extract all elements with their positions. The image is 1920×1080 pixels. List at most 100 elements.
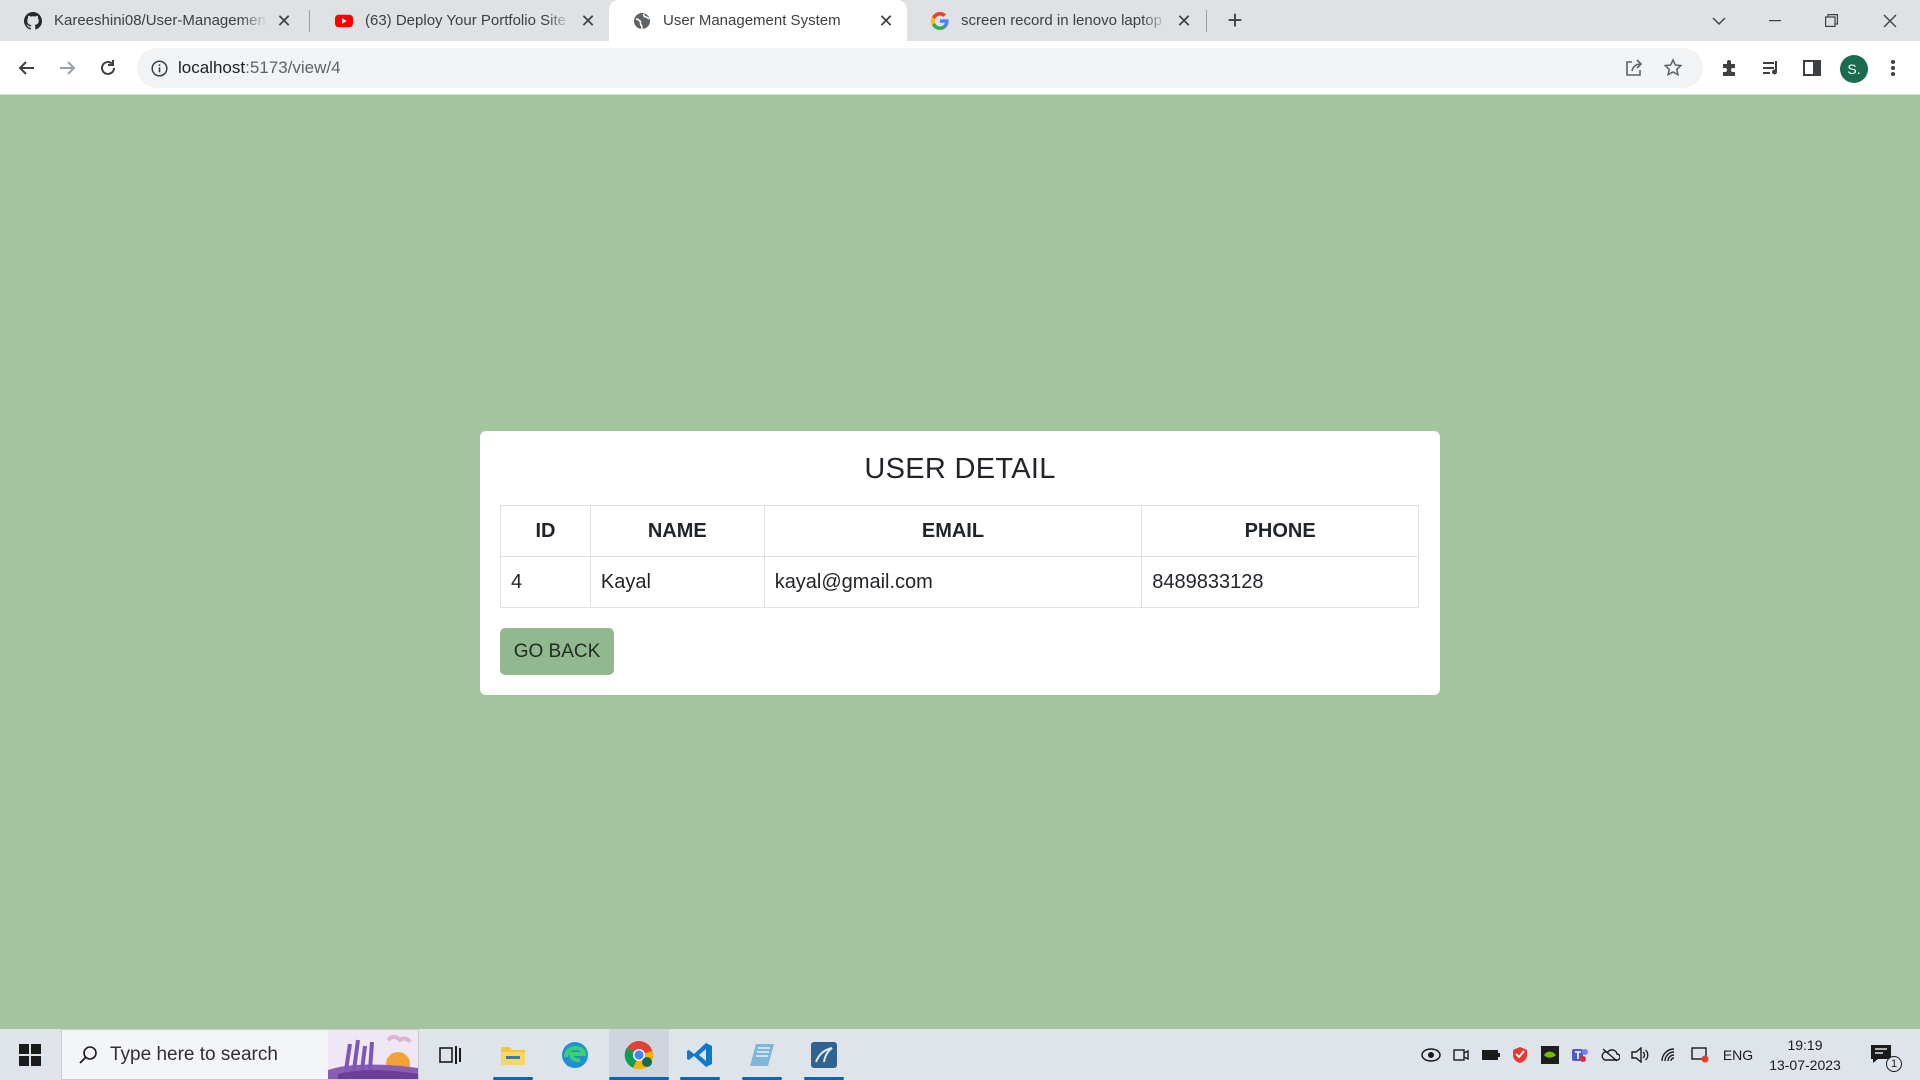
table-row: 4 Kayal kayal@gmail.com 8489833128 [500, 556, 1419, 608]
close-icon[interactable]: ✕ [275, 12, 293, 30]
side-panel-button[interactable] [1796, 52, 1828, 84]
database-app-icon [811, 1041, 837, 1068]
cell-name: Kayal [589, 556, 765, 608]
start-button[interactable] [8, 1029, 52, 1080]
wifi-icon[interactable] [1658, 1029, 1682, 1080]
menu-button[interactable] [1877, 52, 1909, 84]
taskbar-file-explorer[interactable] [488, 1029, 538, 1080]
new-tab-button[interactable]: + [1221, 6, 1249, 34]
globe-icon [633, 12, 651, 30]
notepad-icon [750, 1043, 774, 1066]
tab-divider [309, 10, 310, 32]
restore-button[interactable] [1803, 0, 1859, 41]
notification-count-badge: 1 [1886, 1056, 1902, 1072]
tray-antivirus-icon[interactable] [1508, 1029, 1532, 1080]
address-bar[interactable]: localhost:5173/view/4 [137, 48, 1703, 88]
back-button[interactable] [11, 52, 43, 84]
url-path: :5173/view/4 [245, 58, 341, 77]
tray-network-icon[interactable] [1688, 1029, 1712, 1080]
tray-nvidia-icon[interactable] [1538, 1029, 1562, 1080]
search-placeholder: Type here to search [110, 1043, 278, 1065]
profile-avatar[interactable]: S. [1840, 55, 1868, 83]
playlist-icon [1763, 61, 1777, 75]
tray-eye-icon[interactable] [1418, 1029, 1444, 1080]
tab-title: screen record in lenovo laptop - G [961, 12, 1167, 29]
cell-email: kayal@gmail.com [763, 556, 1143, 608]
tab-user-management[interactable]: User Management System ✕ [609, 0, 907, 41]
clock-date: 13-07-2023 [1769, 1057, 1841, 1073]
system-clock[interactable]: 19:19 13-07-2023 [1760, 1035, 1850, 1075]
bookmark-star-icon[interactable] [1661, 56, 1685, 80]
close-icon [1883, 14, 1897, 27]
close-icon[interactable]: ✕ [579, 12, 597, 30]
clock-time: 19:19 [1787, 1037, 1823, 1053]
restore-icon [1824, 14, 1838, 27]
reload-button[interactable] [92, 52, 124, 84]
cell-phone: 8489833128 [1141, 556, 1419, 608]
tab-github[interactable]: Kareeshini08/User-Management ✕ [0, 0, 305, 41]
chrome-icon [624, 1040, 654, 1069]
tab-youtube[interactable]: (63) Deploy Your Portfolio Site to ✕ [311, 0, 609, 41]
notification-center-button[interactable]: 1 [1862, 1029, 1902, 1080]
info-icon[interactable] [149, 58, 169, 78]
tab-divider [1206, 10, 1207, 32]
google-icon [931, 11, 949, 30]
tab-title: Kareeshini08/User-Management [54, 12, 267, 29]
arrow-right-icon [60, 61, 76, 75]
taskbar-vscode[interactable] [675, 1029, 725, 1080]
chevron-down-icon [1712, 17, 1726, 25]
extensions-button[interactable] [1714, 52, 1746, 84]
youtube-icon [335, 12, 353, 30]
taskbar-search-box[interactable]: Type here to search [61, 1029, 419, 1080]
close-window-button[interactable] [1862, 0, 1918, 41]
close-icon[interactable]: ✕ [877, 12, 895, 30]
arrow-left-icon [18, 61, 34, 75]
taskbar-mysql-workbench[interactable] [799, 1029, 849, 1080]
column-header-id: ID [500, 505, 591, 557]
minimize-icon [1769, 19, 1781, 21]
user-detail-card: USER DETAIL ID NAME EMAIL PHONE 4 Kayal … [480, 431, 1440, 695]
task-view-button[interactable] [425, 1029, 475, 1080]
column-header-phone: PHONE [1141, 505, 1419, 557]
url-host: localhost [178, 58, 246, 77]
forward-button[interactable] [51, 52, 83, 84]
url-text[interactable]: localhost:5173/view/4 [178, 58, 341, 78]
tab-google[interactable]: screen record in lenovo laptop - G ✕ [907, 0, 1205, 41]
tab-search-button[interactable] [1691, 0, 1747, 41]
browser-toolbar: localhost:5173/view/4 S. [0, 41, 1920, 95]
media-control-button[interactable] [1755, 52, 1787, 84]
close-icon[interactable]: ✕ [1175, 12, 1193, 30]
tab-title: User Management System [663, 12, 841, 29]
side-panel-icon [1803, 60, 1821, 76]
user-table: ID NAME EMAIL PHONE 4 Kayal kayal@gmail.… [500, 505, 1419, 608]
table-header-row: ID NAME EMAIL PHONE [500, 505, 1419, 557]
minimize-button[interactable] [1747, 0, 1803, 41]
taskbar-notes-app[interactable] [737, 1029, 787, 1080]
windows-logo-icon [19, 1043, 41, 1066]
vscode-icon [687, 1042, 712, 1067]
tab-title: (63) Deploy Your Portfolio Site to [365, 12, 571, 29]
go-back-button[interactable]: GO BACK [500, 628, 614, 675]
github-icon [24, 11, 42, 30]
page-title: USER DETAIL [864, 453, 1056, 485]
tray-meet-icon[interactable] [1449, 1029, 1473, 1080]
taskbar-chrome[interactable] [609, 1029, 669, 1080]
speaker-icon[interactable] [1628, 1029, 1652, 1080]
search-highlight-image [328, 1030, 418, 1079]
puzzle-icon [1723, 60, 1735, 76]
search-icon [76, 1043, 100, 1067]
folder-icon [501, 1046, 525, 1065]
tab-strip: Kareeshini08/User-Management ✕ (63) Depl… [0, 0, 1920, 41]
battery-icon[interactable] [1478, 1029, 1504, 1080]
language-indicator[interactable]: ENG [1716, 1029, 1760, 1080]
column-header-name: NAME [589, 505, 765, 557]
reload-icon [101, 60, 115, 75]
share-icon[interactable] [1622, 56, 1646, 80]
taskbar: Type here to search ENG 19:19 13-07-2023… [0, 1029, 1920, 1080]
cell-id: 4 [500, 556, 591, 608]
taskbar-edge[interactable] [550, 1029, 600, 1080]
task-view-icon [439, 1045, 461, 1064]
tray-teams-icon[interactable] [1568, 1029, 1592, 1080]
onedrive-icon[interactable] [1598, 1029, 1622, 1080]
column-header-email: EMAIL [763, 505, 1143, 557]
